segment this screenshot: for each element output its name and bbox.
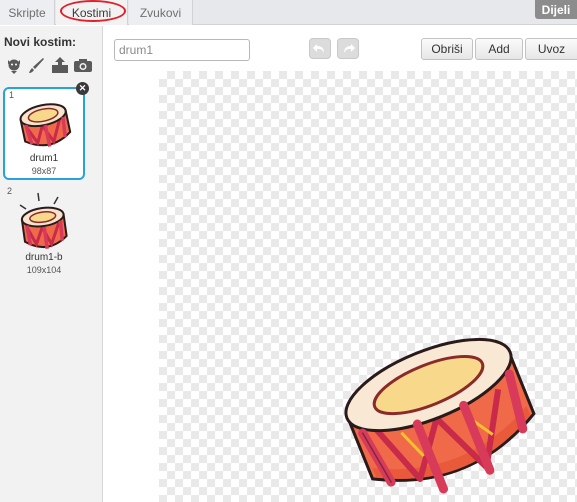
costume-sidebar: Novi kostim: 1 ✕ drum1 98x87 2 drum1-b 1…	[0, 26, 103, 502]
tab-bar: Skripte Kostimi Zvukovi Dijeli	[0, 0, 577, 25]
costume-name-input[interactable]	[114, 39, 250, 61]
upload-icon[interactable]	[50, 55, 70, 75]
undo-icon	[313, 43, 324, 53]
add-button[interactable]: Add	[475, 38, 523, 60]
redo-button[interactable]	[337, 38, 359, 59]
tab-scripts[interactable]: Skripte	[0, 0, 55, 25]
costume-item-drum1-b[interactable]: 2 drum1-b 109x104	[3, 186, 85, 278]
costume-editor: Obriši Add Uvoz	[104, 26, 577, 502]
camera-icon[interactable]	[73, 55, 93, 75]
tab-costumes[interactable]: Kostimi	[56, 0, 128, 25]
costume-name: drum1	[29, 153, 59, 164]
paint-brush-icon[interactable]	[27, 55, 47, 75]
character-library-icon[interactable]	[4, 55, 24, 75]
costume-size: 98x87	[31, 166, 57, 176]
import-button[interactable]: Uvoz	[525, 38, 577, 60]
paint-canvas[interactable]	[159, 71, 577, 502]
costume-name: drum1-b	[25, 252, 63, 263]
undo-button[interactable]	[309, 38, 331, 59]
new-costume-label: Novi kostim:	[4, 35, 77, 49]
tab-sounds[interactable]: Zvukovi	[129, 0, 193, 25]
costume-item-drum1[interactable]: 1 ✕ drum1 98x87	[3, 82, 89, 180]
clear-button[interactable]: Obriši	[421, 38, 473, 60]
redo-icon	[344, 43, 355, 53]
new-costume-toolbar	[4, 55, 100, 75]
costume-thumbnail-drum1	[19, 103, 72, 147]
delete-costume-icon[interactable]: ✕	[76, 82, 89, 95]
drum-costume-image	[344, 337, 536, 494]
share-button[interactable]: Dijeli	[535, 0, 577, 19]
costume-number: 1	[9, 90, 15, 100]
costume-thumbnail-drum1-b	[19, 192, 68, 250]
costume-size: 109x104	[26, 265, 62, 275]
